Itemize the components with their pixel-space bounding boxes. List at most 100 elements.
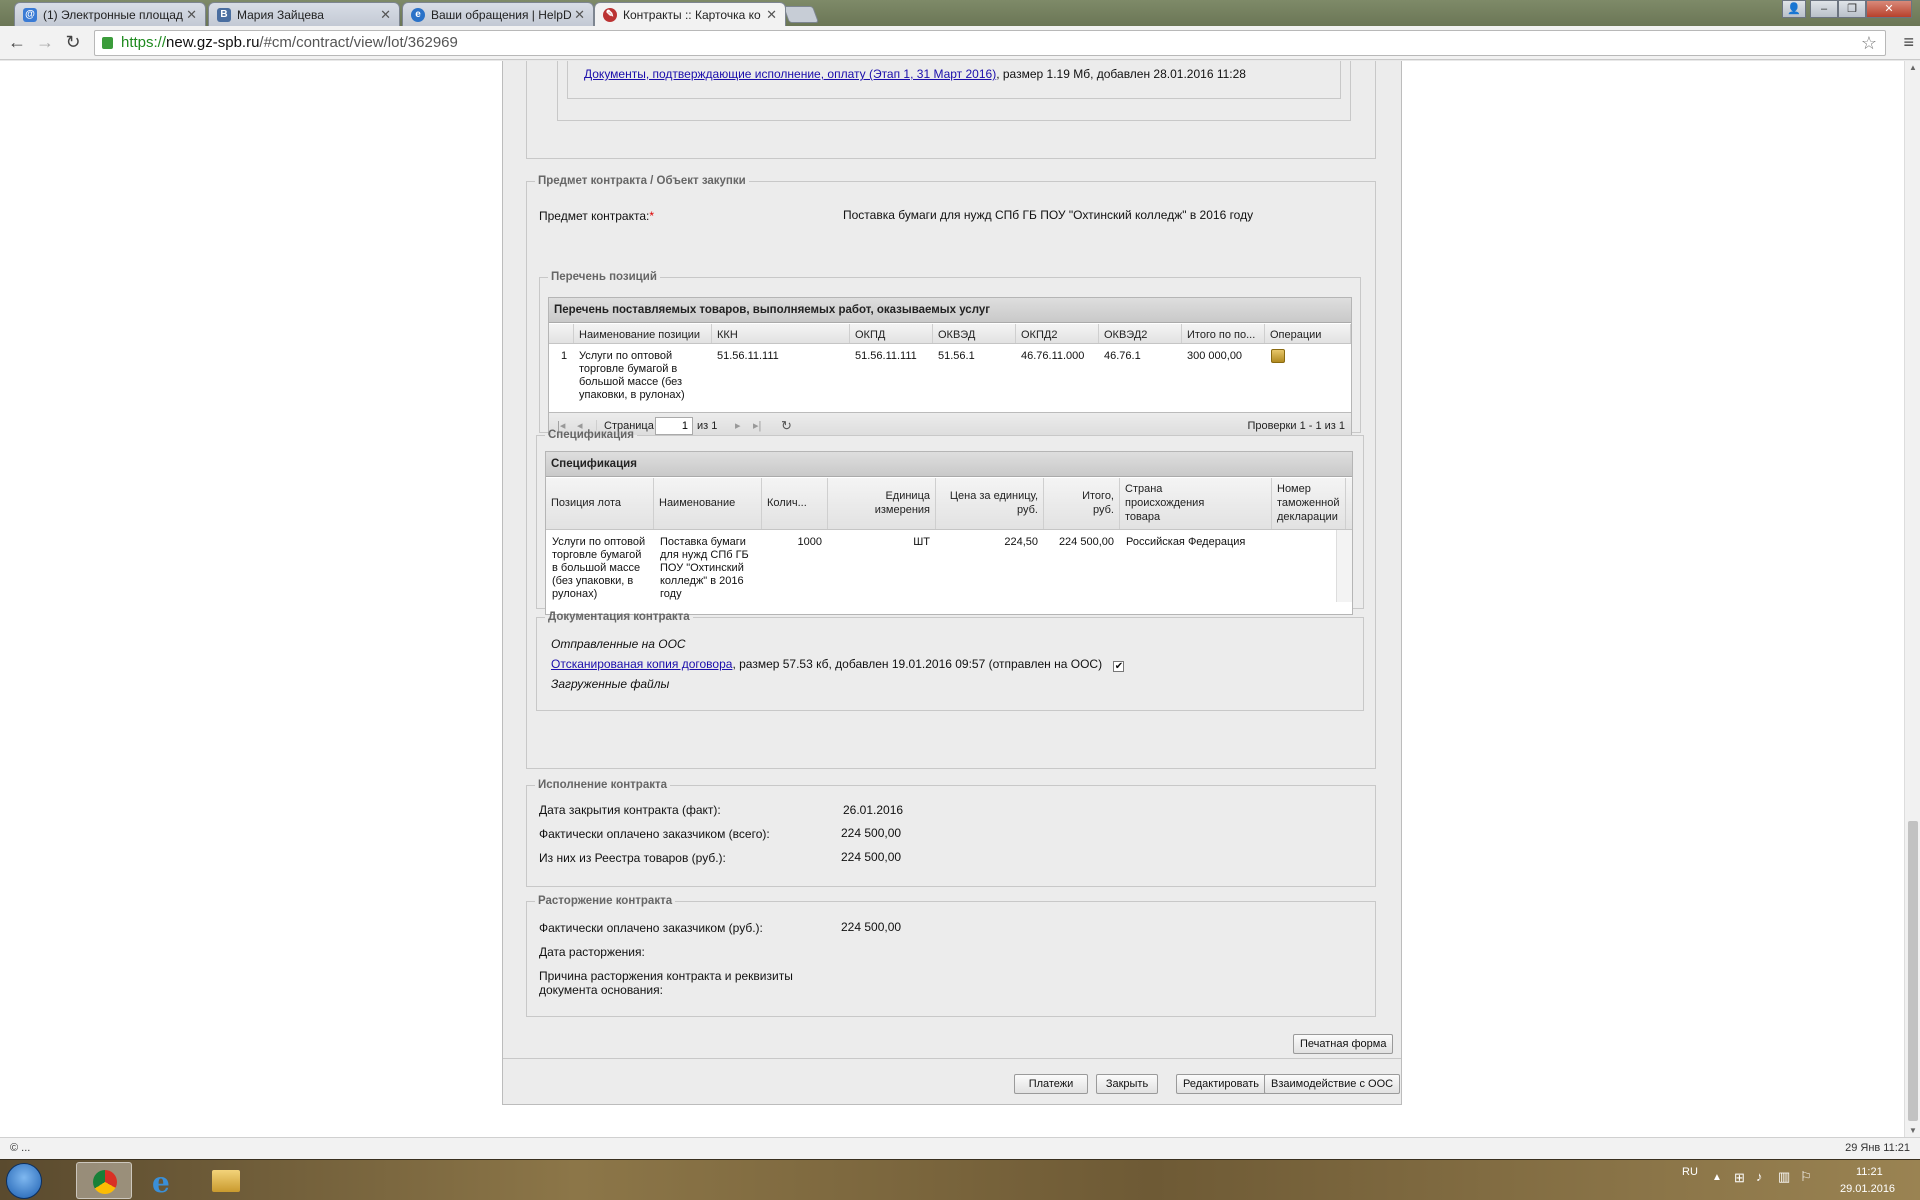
sent-checkbox[interactable]: ✔ bbox=[1113, 661, 1125, 672]
close-button[interactable]: Закрыть bbox=[1096, 1074, 1158, 1094]
internet-explorer-icon: e bbox=[152, 1166, 170, 1199]
uploaded-files-label: Загруженные файлы bbox=[551, 677, 670, 691]
subject-fieldset: Предмет контракта / Объект закупки Предм… bbox=[526, 175, 1376, 769]
chrome-icon bbox=[93, 1170, 117, 1194]
scrollbar-thumb[interactable] bbox=[1908, 821, 1918, 1121]
reload-icon[interactable]: ↻ bbox=[62, 32, 84, 53]
col-rownum bbox=[549, 324, 574, 343]
table-row[interactable]: 1 Услуги по оптовой торговле бумагой в б… bbox=[549, 344, 1351, 404]
print-form-button[interactable]: Печатная форма bbox=[1293, 1034, 1394, 1054]
url-host: new.gz-spb.ru bbox=[166, 34, 260, 51]
page-scrollbar[interactable]: ▲ ▼ bbox=[1904, 61, 1920, 1137]
termination-paid-label: Фактически оплачено заказчиком (руб.): bbox=[539, 921, 763, 935]
browser-tab-3[interactable]: e Ваши обращения | HelpD ✕ bbox=[402, 2, 594, 26]
payments-button[interactable]: Платежи bbox=[1014, 1074, 1088, 1094]
browser-tab-4-active[interactable]: ✎ Контракты :: Карточка ко ✕ bbox=[594, 2, 786, 26]
col-country[interactable]: Страна происхождения товара bbox=[1120, 478, 1272, 529]
tray-expand-icon[interactable]: ▲ bbox=[1712, 1172, 1722, 1183]
new-tab-button[interactable] bbox=[782, 6, 820, 23]
scroll-document-icon[interactable] bbox=[1271, 349, 1285, 363]
execution-documents-link[interactable]: Документы, подтверждающие исполнение, оп… bbox=[584, 67, 996, 81]
execution-documents-line: Документы, подтверждающие исполнение, оп… bbox=[584, 67, 1246, 81]
close-icon[interactable]: ✕ bbox=[766, 7, 777, 23]
folder-icon bbox=[212, 1170, 240, 1192]
col-unit[interactable]: Единица измерения bbox=[828, 478, 936, 529]
col-quantity[interactable]: Колич... bbox=[762, 478, 828, 529]
back-arrow-icon[interactable]: ← bbox=[6, 32, 28, 53]
row-number: 1 bbox=[561, 350, 568, 362]
close-window-button[interactable]: ✕ bbox=[1866, 0, 1912, 18]
clock-time[interactable]: 11:21 bbox=[1856, 1166, 1883, 1178]
address-bar[interactable]: https://new.gz-spb.ru/#cm/contract/view/… bbox=[94, 30, 1886, 56]
tab-label: Мария Зайцева bbox=[237, 8, 324, 22]
registry-paid-value: 224 500,00 bbox=[841, 850, 902, 864]
specification-grid-scrollbar[interactable] bbox=[1336, 530, 1352, 602]
col-unit-price[interactable]: Цена за единицу, руб. bbox=[936, 478, 1044, 529]
table-row[interactable]: Услуги по оптовой торговле бумагой в бол… bbox=[546, 530, 1336, 602]
col-total[interactable]: Итого по по... bbox=[1182, 324, 1265, 343]
col-name[interactable]: Наименование позиции bbox=[574, 324, 712, 343]
col-spec-name[interactable]: Наименование bbox=[654, 478, 762, 529]
positions-grid-header: Наименование позиции ККН ОКПД ОКВЭД ОКПД… bbox=[549, 324, 1351, 344]
tools-icon: ✎ bbox=[603, 8, 617, 22]
network-icon[interactable]: ▥ bbox=[1778, 1169, 1790, 1185]
specification-legend: Спецификация bbox=[548, 429, 634, 441]
ie-taskbar-icon[interactable]: e bbox=[136, 1162, 192, 1199]
col-lot-position[interactable]: Позиция лота bbox=[546, 478, 654, 529]
col-okved[interactable]: ОКВЭД bbox=[933, 324, 1016, 343]
spec-row-unit: ШТ bbox=[913, 536, 930, 548]
vk-icon: B bbox=[217, 8, 231, 22]
termination-reason-label: Причина расторжения контракта и реквизит… bbox=[539, 969, 793, 997]
col-spec-total[interactable]: Итого, руб. bbox=[1044, 478, 1120, 529]
scanned-contract-info: , размер 57.53 кб, добавлен 19.01.2016 0… bbox=[732, 657, 1103, 671]
start-button-icon[interactable] bbox=[6, 1163, 42, 1199]
col-okved2[interactable]: ОКВЭД2 bbox=[1099, 324, 1182, 343]
volume-icon[interactable]: ♪ bbox=[1756, 1169, 1763, 1184]
scroll-down-arrow-icon[interactable]: ▼ bbox=[1909, 1126, 1917, 1135]
language-indicator[interactable]: RU bbox=[1682, 1166, 1698, 1178]
close-icon[interactable]: ✕ bbox=[380, 7, 391, 23]
col-kkn[interactable]: ККН bbox=[712, 324, 850, 343]
spec-row-quantity: 1000 bbox=[797, 536, 822, 548]
col-okpd[interactable]: ОКПД bbox=[850, 324, 933, 343]
termination-date-label: Дата расторжения: bbox=[539, 945, 645, 959]
oos-interaction-button[interactable]: Взаимодействие с ООС bbox=[1264, 1074, 1401, 1094]
minimize-button[interactable]: – bbox=[1810, 0, 1838, 18]
tab-label: (1) Электронные площад bbox=[43, 8, 183, 22]
action-center-icon[interactable]: ⚐ bbox=[1800, 1169, 1812, 1185]
browser-tab-1[interactable]: @ (1) Электронные площад ✕ bbox=[14, 2, 206, 26]
forward-arrow-icon[interactable]: → bbox=[34, 32, 56, 53]
globe-icon: e bbox=[411, 8, 425, 22]
contract-execution-fieldset: Исполнение контракта Дата закрытия контр… bbox=[526, 779, 1376, 887]
explorer-taskbar-icon[interactable] bbox=[196, 1162, 252, 1199]
spec-row-name: Поставка бумаги для нужд СПб ГБ ПОУ "Охт… bbox=[660, 536, 749, 600]
status-right: 29 Янв 11:21 bbox=[1845, 1142, 1910, 1154]
bookmark-star-icon[interactable]: ☆ bbox=[1861, 31, 1877, 55]
positions-legend: Перечень позиций bbox=[551, 271, 657, 283]
windows-flag-icon[interactable]: ⊞ bbox=[1734, 1170, 1745, 1186]
lock-icon bbox=[102, 37, 113, 49]
user-icon[interactable]: 👤 bbox=[1782, 0, 1806, 18]
col-customs-declaration[interactable]: Номер таможенной декларации bbox=[1272, 478, 1346, 529]
close-icon[interactable]: ✕ bbox=[574, 7, 585, 23]
scanned-contract-link[interactable]: Отсканированая копия договора bbox=[551, 657, 732, 671]
edit-button[interactable]: Редактировать bbox=[1176, 1074, 1266, 1094]
col-okpd2[interactable]: ОКПД2 bbox=[1016, 324, 1099, 343]
clock-date[interactable]: 29.01.2016 bbox=[1840, 1183, 1895, 1195]
chrome-taskbar-icon[interactable] bbox=[76, 1162, 132, 1199]
row-okved2: 46.76.1 bbox=[1104, 350, 1141, 362]
col-operations[interactable]: Операции bbox=[1265, 324, 1351, 343]
subject-value: Поставка бумаги для нужд СПб ГБ ПОУ "Охт… bbox=[843, 208, 1254, 222]
scroll-up-arrow-icon[interactable]: ▲ bbox=[1909, 63, 1917, 72]
menu-icon[interactable]: ≡ bbox=[1903, 32, 1914, 53]
browser-tab-2[interactable]: B Мария Зайцева ✕ bbox=[208, 2, 400, 26]
status-left: © ... bbox=[10, 1142, 31, 1154]
close-icon[interactable]: ✕ bbox=[186, 7, 197, 23]
paid-total-label: Фактически оплачено заказчиком (всего): bbox=[539, 827, 770, 841]
restore-button[interactable]: ❐ bbox=[1838, 0, 1866, 18]
contract-card-panel: Документы, подтверждающие исполнение, оп… bbox=[502, 61, 1402, 1105]
spec-row-price: 224,50 bbox=[1004, 536, 1038, 548]
subject-label-text: Предмет контракта: bbox=[539, 209, 650, 223]
status-bar: © ... 29 Янв 11:21 bbox=[0, 1137, 1920, 1159]
contract-documents-fieldset: Документация контракта Отправленные на О… bbox=[536, 611, 1364, 711]
